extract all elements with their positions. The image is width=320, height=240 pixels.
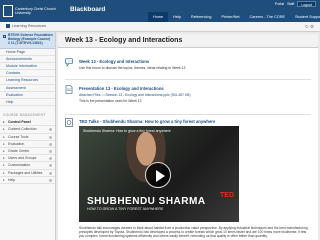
control-panel[interactable]: Control Panel [0,119,55,127]
forum-link[interactable]: Week 13 - Ecology and Interactions [79,59,149,64]
document-icon [65,85,73,94]
tab-home[interactable]: Home [148,12,169,22]
course-icon [3,35,6,38]
web-link-icon [65,118,73,127]
forum-description: Use this forum to discuss the topics, th… [79,66,186,70]
video-caption: Shubhendu Sharma: How to grow a tiny for… [83,129,171,133]
sidebar-item-learning-resources[interactable]: Learning Resources [0,77,55,85]
tab-student-support[interactable]: Student Support [290,12,320,22]
cm-item-grade-centre[interactable]: Grade Centre [0,148,55,155]
presentation-description: This is the presentation used for Week 1… [79,99,142,103]
home-icon [6,24,10,28]
expand-icon [49,149,52,153]
expand-icon [49,157,52,161]
expand-icon [49,171,52,175]
sidebar-item-help[interactable]: Help [0,99,55,107]
cm-item-help[interactable]: Help [0,177,55,184]
expand-icon [49,135,52,139]
content-item-forum: Week 13 - Ecology and Interactions Use t… [65,58,311,76]
expand-icon [49,142,52,146]
top-bar: Canterbury Christ Church University Blac… [0,0,320,22]
tab-help[interactable]: Help [168,12,186,22]
course-title[interactable]: BTEVH Science Foundation Biology (Exampl… [0,32,55,49]
cm-item-users-and-groups[interactable]: Users and Groups [0,155,55,163]
crest-icon [3,5,13,17]
play-icon[interactable] [145,162,171,188]
content-area: Week 13 - Ecology and Interactions Week … [58,34,318,240]
video-description: Shubhendu talk encourages viewers to thi… [79,226,308,239]
video-player[interactable]: Shubhendu Sharma: How to grow a tiny for… [79,126,239,222]
discussion-icon [65,58,73,67]
main-nav: Home Help Referencing Printer/Net Career… [148,12,320,22]
attached-file-link[interactable]: Attached Files: □ Session 13 - Ecology a… [79,93,191,97]
expand-icon [49,128,52,132]
logo-text: Canterbury Christ Church University [15,6,56,15]
sidebar-item-assessment[interactable]: Assessment [0,85,55,92]
cm-item-content-collection[interactable]: Content Collection [0,126,55,134]
breadcrumb: Learning Resources ↻ ⚙ [0,22,320,32]
app-title: Blackboard [70,6,106,13]
course-sidebar: BTEVH Science Foundation Biology (Exampl… [0,32,56,240]
tab-careers[interactable]: Careers - The CORE [245,12,290,22]
divider [65,79,311,80]
talk-subtitle: HOW TO GROW A TINY FOREST ANYWHERE [87,207,164,211]
expand-icon [49,178,52,182]
course-management-header: Course Management [3,113,46,118]
sidebar-item-home-page[interactable]: Home Page [0,49,55,56]
cm-item-course-tools[interactable]: Course Tools [0,134,55,141]
cm-item-customisation[interactable]: Customisation [0,162,55,170]
portal-link[interactable]: Portal [275,2,284,6]
sidebar-item-evaluation[interactable]: Evaluation [0,92,55,100]
logout-button[interactable]: Logout [297,1,316,7]
expand-icon [49,164,52,168]
cm-item-packages-and-utilities[interactable]: Packages and Utilities [0,170,55,177]
sidebar-item-announcements[interactable]: Announcements [0,56,55,64]
content-item-presentation: Presentation 13 - Ecology and Interactio… [65,85,311,111]
page-title: Week 13 - Ecology and Interactions [58,34,318,48]
sidebar-item-contacts[interactable]: Contacts [0,70,55,78]
presentation-title: Presentation 13 - Ecology and Interactio… [79,86,164,91]
tab-referencing[interactable]: Referencing [186,12,216,22]
sidebar-item-module-information[interactable]: Module Information [0,63,55,71]
speaker-name: SHUBHENDU SHARMA [87,196,206,207]
tab-printer-net[interactable]: Printer/Net [216,12,244,22]
ted-logo: TED [220,192,234,199]
cm-item-evaluation[interactable]: Evaluation [0,141,55,148]
page-tools-icon[interactable]: ↻ ⚙ [305,24,314,30]
user-menu[interactable]: Staff [287,2,294,6]
divider [65,114,311,115]
breadcrumb-item[interactable]: Learning Resources [6,24,46,28]
utility-bar: Portal Staff Logout [275,1,316,7]
university-logo[interactable]: Canterbury Christ Church University [3,2,67,20]
ted-talk-title[interactable]: TED Talks - Shubhendu Sharma: How to gro… [79,119,215,124]
